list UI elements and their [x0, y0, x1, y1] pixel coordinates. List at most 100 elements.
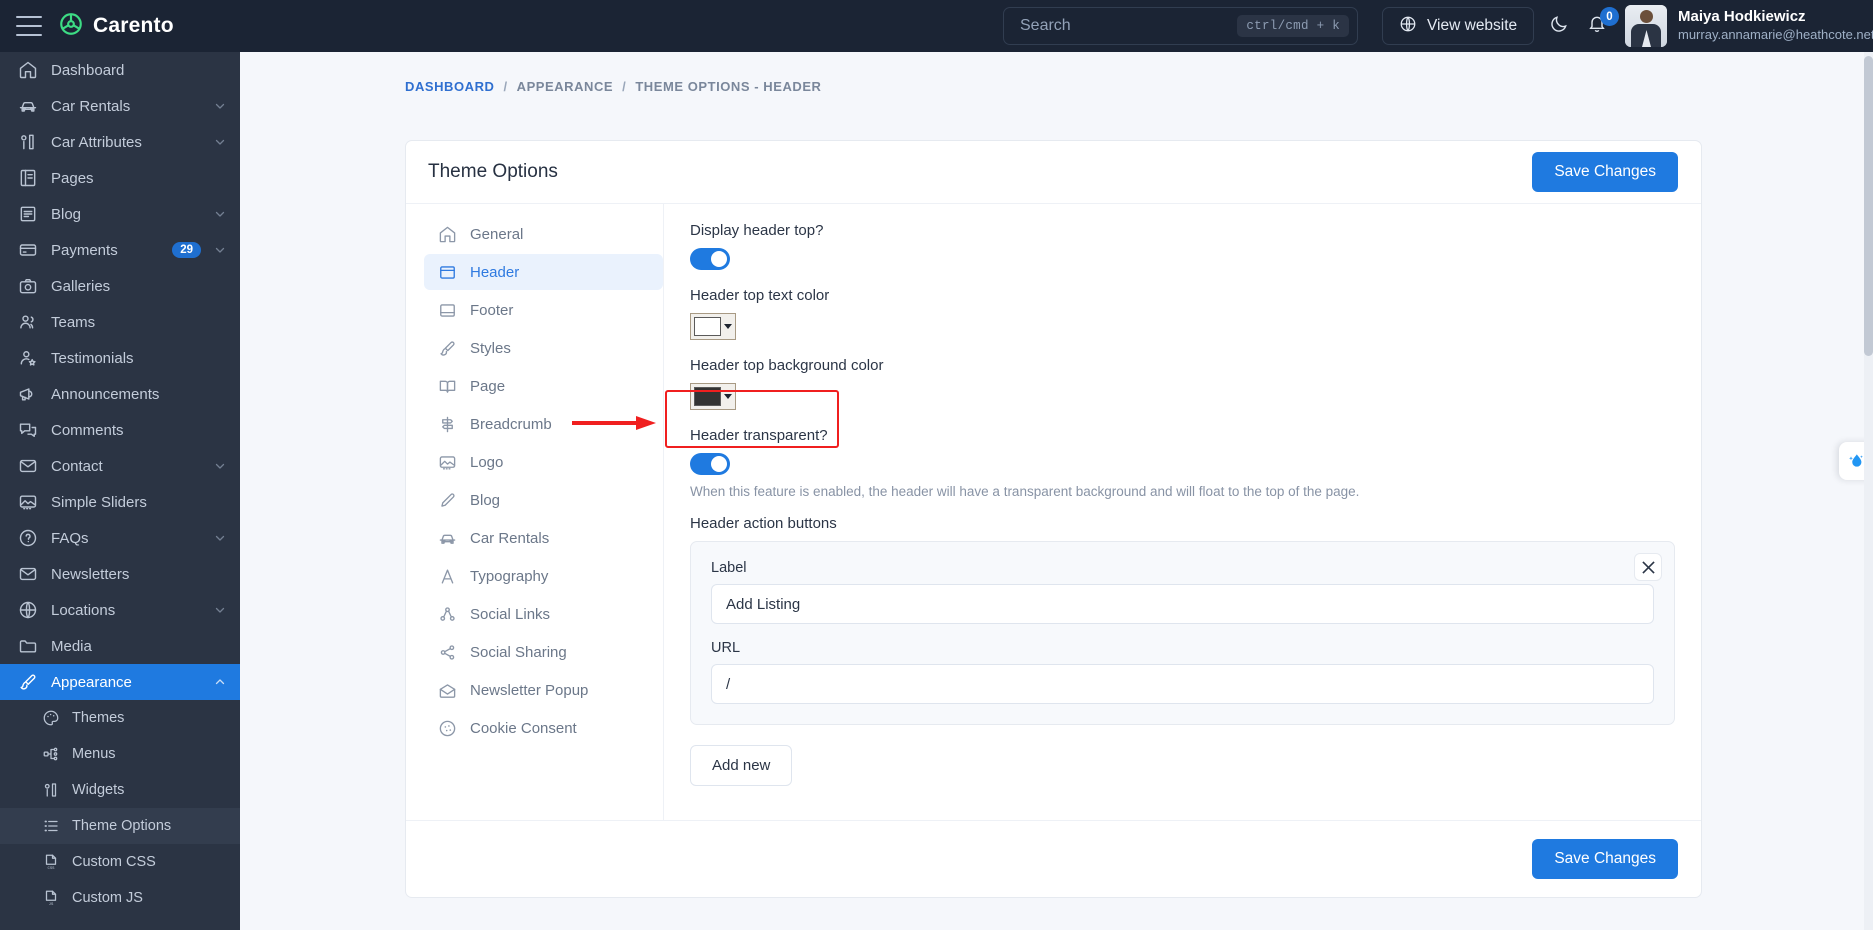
- tab-social-links[interactable]: Social Links: [424, 596, 663, 632]
- notifications-button[interactable]: 0: [1582, 7, 1619, 42]
- header-top-text-color-picker[interactable]: [690, 313, 736, 340]
- sidebar-item-media[interactable]: Media: [0, 628, 240, 664]
- water-drop-sparkle-icon: [1849, 454, 1863, 467]
- header-top-bg-color-picker[interactable]: [690, 383, 736, 410]
- sidebar-item-galleries[interactable]: Galleries: [0, 268, 240, 304]
- tab-label: Logo: [470, 453, 504, 471]
- tab-logo[interactable]: Logo: [424, 444, 663, 480]
- sidebar-item-label: Blog: [51, 205, 82, 223]
- sidebar-item-comments[interactable]: Comments: [0, 412, 240, 448]
- home-icon: [438, 225, 457, 244]
- tab-styles[interactable]: Styles: [424, 330, 663, 366]
- moon-icon: [1549, 14, 1569, 39]
- tab-car-rentals[interactable]: Car Rentals: [424, 520, 663, 556]
- sidebar-subitem-menus[interactable]: Menus: [0, 736, 240, 772]
- sidebar-subitem-themes[interactable]: Themes: [0, 700, 240, 736]
- dark-mode-toggle[interactable]: [1545, 12, 1573, 40]
- brand-logo[interactable]: Carento: [58, 11, 174, 42]
- sidebar-item-label: Testimonials: [51, 349, 134, 367]
- tab-newsletter-popup[interactable]: Newsletter Popup: [424, 672, 663, 708]
- sidebar-item-contact[interactable]: Contact: [0, 448, 240, 484]
- pages-icon: [18, 168, 38, 188]
- header-top-bg-color-label: Header top background color: [690, 357, 884, 374]
- search-input[interactable]: Search ctrl/cmd + k: [1003, 7, 1358, 45]
- header-settings-panel: Display header top? Header top text colo…: [572, 204, 1701, 820]
- signpost-icon: [438, 415, 457, 434]
- sidebar-item-blog[interactable]: Blog: [0, 196, 240, 232]
- globe-icon: [1399, 15, 1417, 38]
- tab-social-sharing[interactable]: Social Sharing: [424, 634, 663, 670]
- palette-icon: [42, 709, 60, 727]
- save-changes-bottom-button[interactable]: Save Changes: [1532, 839, 1678, 879]
- sidebar-item-testimonials[interactable]: Testimonials: [0, 340, 240, 376]
- chevron-down-icon: [724, 324, 732, 329]
- tab-label: Car Rentals: [470, 529, 550, 547]
- sidebar-subitem-widgets[interactable]: Widgets: [0, 772, 240, 808]
- sidebar-item-label: Teams: [51, 313, 96, 331]
- sidebar-subitem-custom-css[interactable]: CSS Custom CSS: [0, 844, 240, 880]
- footer-layout-icon: [438, 301, 457, 320]
- car-icon: [438, 529, 457, 548]
- theme-options-card: Theme Options Save Changes General Header…: [405, 140, 1702, 898]
- widgets-icon: [42, 781, 60, 799]
- action-label-input[interactable]: [711, 584, 1654, 624]
- display-header-top-label: Display header top?: [690, 222, 824, 239]
- scrollbar-thumb[interactable]: [1864, 56, 1873, 356]
- sidebar-item-payments[interactable]: Payments 29: [0, 232, 240, 268]
- sidebar-item-label: Contact: [51, 457, 103, 475]
- image-icon: [438, 453, 457, 472]
- breadcrumb-dashboard[interactable]: DASHBOARD: [405, 79, 494, 94]
- action-label-field-label: Label: [711, 560, 747, 576]
- sidebar-subitem-label: Theme Options: [72, 818, 172, 834]
- display-header-top-toggle[interactable]: [690, 248, 730, 270]
- sidebar-item-car-attributes[interactable]: Car Attributes: [0, 124, 240, 160]
- tab-label: Cookie Consent: [470, 719, 577, 737]
- sidebar-item-label: Locations: [51, 601, 116, 619]
- card-icon: [18, 240, 38, 260]
- action-url-input[interactable]: [711, 664, 1654, 704]
- car-icon: [18, 96, 38, 116]
- mail-icon: [18, 456, 38, 476]
- tab-label: Page: [470, 377, 506, 395]
- header-transparent-toggle[interactable]: [690, 453, 730, 475]
- tab-header[interactable]: Header: [424, 254, 663, 290]
- tab-footer[interactable]: Footer: [424, 292, 663, 328]
- sidebar-item-label: Appearance: [51, 673, 132, 691]
- steering-wheel-icon: [58, 11, 84, 42]
- tab-page[interactable]: Page: [424, 368, 663, 404]
- menu-toggle-icon[interactable]: [16, 16, 42, 36]
- sidebar-item-pages[interactable]: Pages: [0, 160, 240, 196]
- card-header: Theme Options Save Changes: [406, 141, 1701, 203]
- breadcrumb-current: THEME OPTIONS - HEADER: [635, 79, 822, 94]
- sidebar-item-newsletters[interactable]: Newsletters: [0, 556, 240, 592]
- sidebar-subitem-custom-js[interactable]: JS Custom JS: [0, 880, 240, 916]
- sidebar-item-car-rentals[interactable]: Car Rentals: [0, 88, 240, 124]
- tab-cookie-consent[interactable]: Cookie Consent: [424, 710, 663, 746]
- sidebar-item-announcements[interactable]: Announcements: [0, 376, 240, 412]
- brush-icon: [18, 672, 38, 692]
- sidebar-subitem-label: Custom JS: [72, 890, 143, 906]
- sidebar-item-faqs[interactable]: FAQs: [0, 520, 240, 556]
- sidebar-item-locations[interactable]: Locations: [0, 592, 240, 628]
- sidebar-item-simple-sliders[interactable]: Simple Sliders: [0, 484, 240, 520]
- sidebar-item-dashboard[interactable]: Dashboard: [0, 52, 240, 88]
- add-new-button[interactable]: Add new: [690, 745, 793, 786]
- css-file-icon: CSS: [42, 853, 60, 871]
- sidebar-item-label: Newsletters: [51, 565, 130, 583]
- blog-icon: [18, 204, 38, 224]
- action-url-field-label: URL: [711, 640, 741, 656]
- tab-typography[interactable]: Typography: [424, 558, 663, 594]
- tab-blog[interactable]: Blog: [424, 482, 663, 518]
- header-transparent-label: Header transparent?: [690, 427, 828, 444]
- header-top-text-color-label: Header top text color: [690, 287, 830, 304]
- view-website-button[interactable]: View website: [1382, 7, 1535, 45]
- save-changes-top-button[interactable]: Save Changes: [1532, 152, 1678, 192]
- user-menu[interactable]: Maiya Hodkiewicz murray.annamarie@heathc…: [1625, 5, 1873, 47]
- sidebar-subitem-theme-options[interactable]: Theme Options: [0, 808, 240, 844]
- remove-action-button[interactable]: [1634, 553, 1662, 581]
- sidebar-item-appearance[interactable]: Appearance: [0, 664, 240, 700]
- tab-general[interactable]: General: [424, 216, 663, 252]
- breadcrumb-appearance[interactable]: APPEARANCE: [517, 79, 614, 94]
- sidebar-subitem-label: Custom CSS: [72, 854, 156, 870]
- sidebar-item-teams[interactable]: Teams: [0, 304, 240, 340]
